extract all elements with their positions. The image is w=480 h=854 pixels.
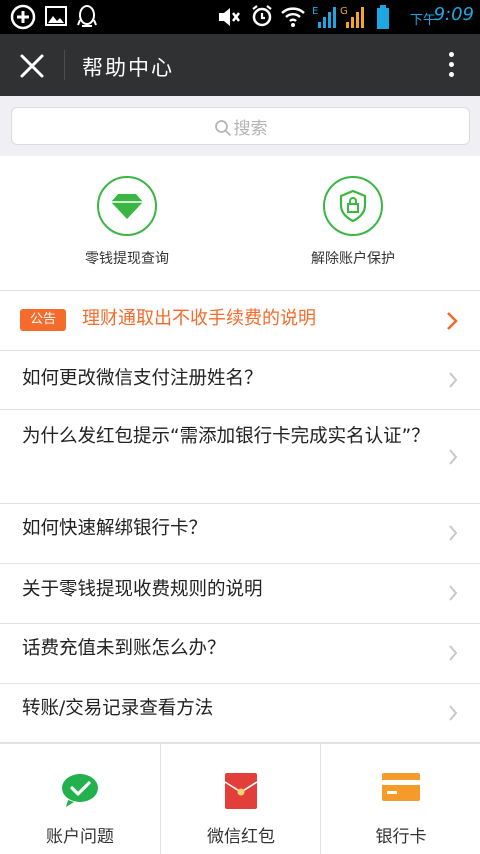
wechat-icon: [62, 774, 98, 807]
search-input[interactable]: 搜索: [11, 107, 470, 145]
quick-action-unlock-account[interactable]: 解除账户保护: [253, 176, 453, 268]
quick-action-change-query[interactable]: 零钱提现查询: [27, 176, 227, 268]
mute-icon: [216, 4, 242, 34]
red-packet-icon: [224, 773, 258, 809]
bank-card-icon: [382, 773, 420, 801]
faq-item[interactable]: 如何快速解绑银行卡？: [0, 504, 480, 564]
alarm-icon: [250, 4, 274, 32]
quick-action-icon-ring: [323, 176, 383, 236]
more-vertical-icon: [446, 52, 456, 77]
wifi-icon: [280, 4, 306, 32]
faq-text: 为什么发红包提示“需添加银行卡完成实名认证”？: [22, 426, 430, 447]
faq-text: 如何更改微信支付注册姓名？: [22, 368, 263, 389]
faq-text: 转账/交易记录查看方法: [22, 698, 214, 719]
signal-g-icon: G: [340, 4, 366, 34]
tab-bank-card[interactable]: 银行卡: [320, 744, 480, 854]
svg-text:G: G: [340, 6, 348, 17]
status-time: 9:09: [433, 4, 474, 25]
close-button[interactable]: [16, 50, 48, 82]
header-divider: [64, 50, 65, 80]
faq-text: 如何快速解绑银行卡？: [22, 518, 208, 539]
quick-actions: 零钱提现查询 解除账户保护: [0, 156, 480, 291]
tab-label: 账户问题: [46, 827, 114, 847]
notice-badge: 公告: [20, 309, 66, 331]
qq-icon: [76, 4, 98, 34]
faq-item[interactable]: 如何更改微信支付注册姓名？: [0, 351, 480, 410]
chevron-right-icon: [449, 705, 458, 721]
quick-action-icon-ring: [97, 176, 157, 236]
tab-red-packet[interactable]: 微信红包: [160, 744, 321, 854]
search-placeholder: 搜索: [233, 119, 268, 139]
tab-account-issues[interactable]: 账户问题: [0, 744, 160, 854]
diamond-icon: [111, 194, 143, 219]
search-bar-container: 搜索: [0, 96, 480, 156]
bottom-nav: 账户问题 微信红包 银行卡: [0, 743, 480, 854]
faq-text: 关于零钱提现收费规则的说明: [22, 579, 263, 600]
battery-icon: [376, 4, 390, 34]
faq-item[interactable]: 转账/交易记录查看方法: [0, 684, 480, 743]
notice-row[interactable]: 公告 理财通取出不收手续费的说明: [0, 291, 480, 351]
status-bar: E G 下午 9:09: [0, 0, 480, 34]
app-header: 帮助中心: [0, 34, 480, 96]
page-title: 帮助中心: [82, 56, 174, 80]
more-menu-button[interactable]: [446, 52, 456, 80]
add-circle-icon: [10, 4, 36, 34]
chevron-right-icon: [449, 372, 458, 388]
status-ampm: 下午: [409, 13, 436, 28]
chevron-right-icon: [449, 645, 458, 661]
tab-label: 微信红包: [207, 827, 275, 847]
tab-label: 银行卡: [375, 827, 427, 847]
quick-action-label: 零钱提现查询: [85, 251, 169, 267]
chevron-right-icon: [447, 312, 458, 330]
chevron-right-icon: [449, 585, 458, 601]
notice-text: 理财通取出不收手续费的说明: [82, 308, 316, 329]
search-icon: [214, 120, 231, 137]
image-icon: [44, 4, 68, 32]
shield-lock-icon: [339, 189, 367, 223]
signal-e-icon: E: [312, 4, 338, 34]
close-icon: [20, 54, 44, 78]
svg-text:E: E: [312, 6, 318, 17]
faq-text: 话费充值未到账怎么办？: [22, 638, 226, 659]
faq-item[interactable]: 为什么发红包提示“需添加银行卡完成实名认证”？: [0, 410, 480, 504]
chevron-right-icon: [449, 525, 458, 541]
quick-action-label: 解除账户保护: [311, 251, 395, 267]
chevron-right-icon: [449, 449, 458, 465]
faq-item[interactable]: 关于零钱提现收费规则的说明: [0, 564, 480, 624]
faq-item[interactable]: 话费充值未到账怎么办？: [0, 624, 480, 684]
